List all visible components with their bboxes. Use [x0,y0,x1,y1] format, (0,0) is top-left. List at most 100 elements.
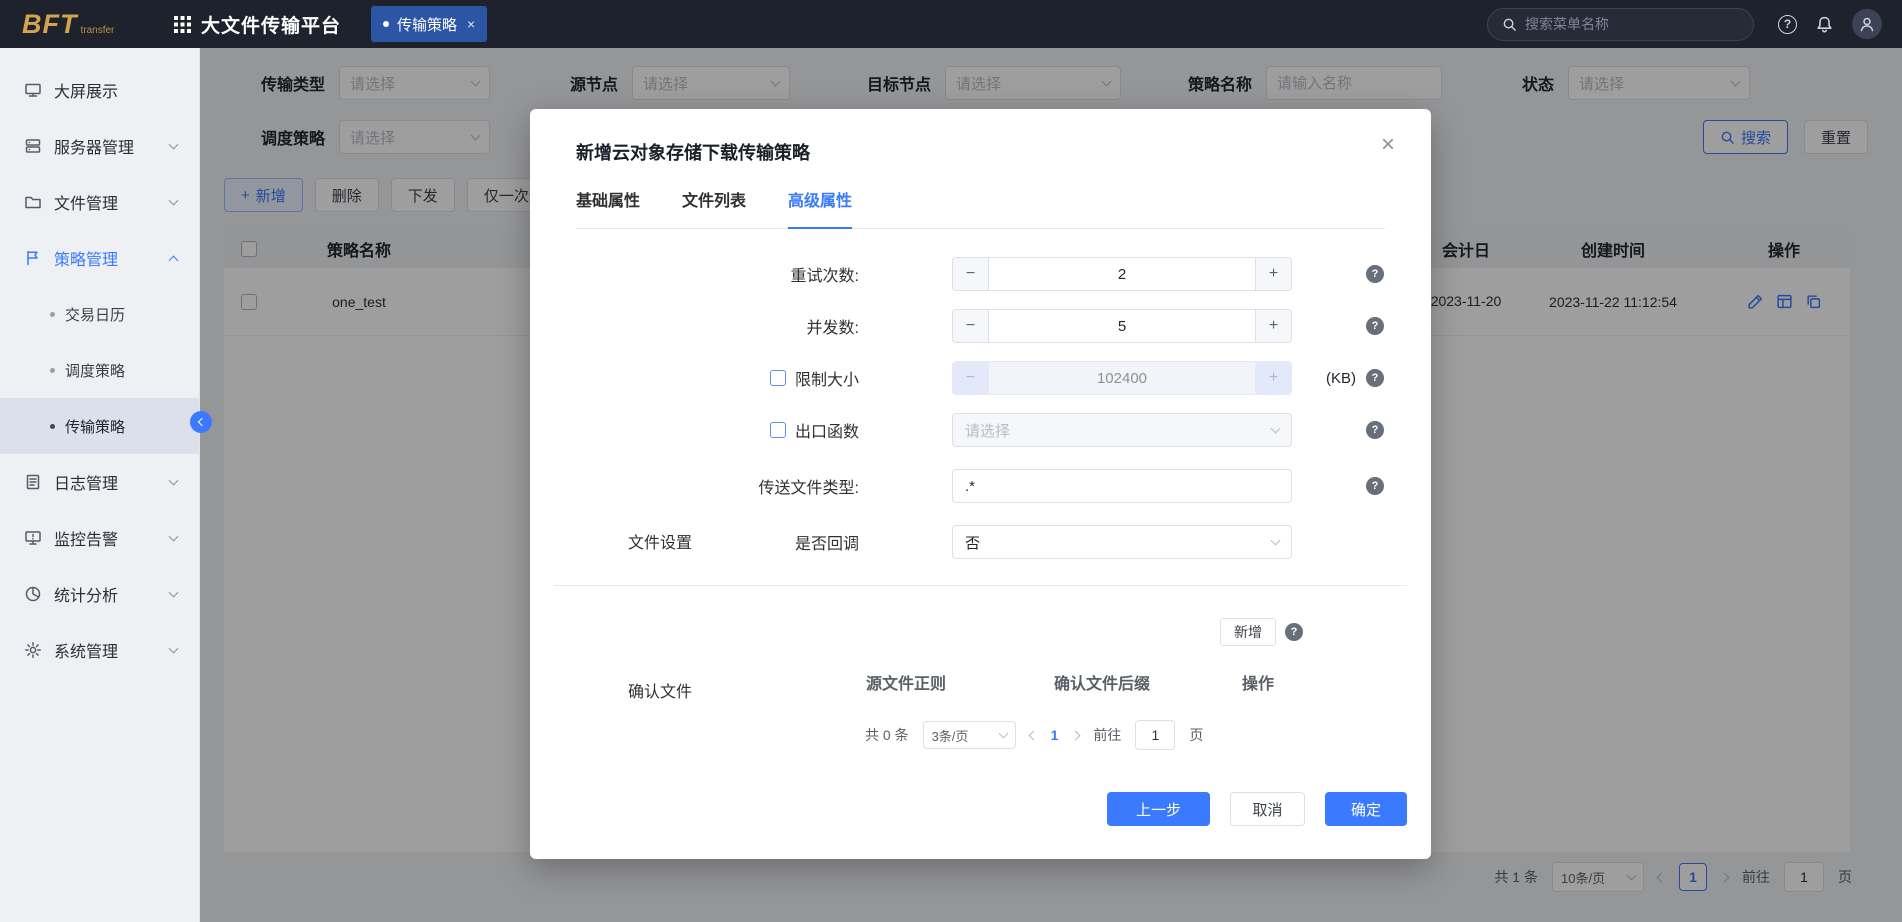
tab-transfer-policy[interactable]: 传输策略 × [371,6,487,42]
callback-label: 是否回调 [795,530,859,554]
goto-label: 前往 [1093,725,1121,745]
menu-search[interactable] [1487,8,1754,41]
sidebar-item-label: 传输策略 [65,416,125,437]
bell-icon[interactable] [1815,15,1834,34]
add-button-label: 新增 [1234,622,1262,642]
goto-page-input[interactable] [1135,720,1175,750]
help-icon[interactable]: ? [1366,421,1384,439]
sidebar-item-label: 系统管理 [54,638,158,662]
sidebar-item-monitor-alert[interactable]: 监控告警 [0,510,199,566]
help-icon[interactable]: ? [1366,477,1384,495]
tab-file-list[interactable]: 文件列表 [682,191,746,228]
confirm-button[interactable]: 确定 [1325,792,1407,826]
help-icon[interactable]: ? [1366,369,1384,387]
column-header-confirm-suffix: 确认文件后缀 [1054,670,1150,694]
logo-subtext: transfer [80,25,114,36]
tab-label: 传输策略 [397,14,457,35]
retry-count-row: 重试次数: − + ? [530,257,1431,291]
sidebar-item-policy-management[interactable]: 策略管理 [0,230,199,286]
limit-size-checkbox[interactable] [770,370,786,386]
gear-icon [24,641,42,659]
help-icon[interactable]: ? [1285,623,1303,641]
chevron-down-icon [169,140,179,150]
page-title: 大文件传输平台 [201,11,341,38]
sidebar-item-label: 监控告警 [54,526,158,550]
confirm-file-add-button[interactable]: 新增 [1220,618,1276,646]
folder-icon [24,193,42,211]
monitor-icon [24,81,42,99]
help-icon[interactable]: ? [1366,317,1384,335]
section-divider [554,585,1407,586]
callback-select[interactable]: 否 [952,525,1292,559]
tab-active-dot [383,21,389,27]
dialog-header: 新增云对象存储下载传输策略 × [530,109,1431,165]
tab-basic-properties[interactable]: 基础属性 [576,191,640,228]
concurrency-input[interactable] [989,310,1255,342]
cancel-button[interactable]: 取消 [1230,792,1305,826]
tab-advanced-properties[interactable]: 高级属性 [788,191,852,229]
sidebar-item-label: 服务器管理 [54,134,158,158]
sidebar-item-log-management[interactable]: 日志管理 [0,454,199,510]
menu-search-input[interactable] [1525,16,1739,32]
logo: BFT transfer [22,9,140,40]
column-header-source-regex: 源文件正则 [866,670,946,694]
sidebar-item-label: 调度策略 [65,360,125,381]
top-header: BFT transfer 大文件传输平台 传输策略 × [0,0,1902,48]
confirm-label: 确定 [1351,799,1381,820]
callback-row: 是否回调 否 [530,525,1431,559]
sidebar-item-dashboard[interactable]: 大屏展示 [0,62,199,118]
prev-page-icon[interactable] [1028,730,1038,740]
sidebar-item-schedule-policy[interactable]: 调度策略 [0,342,199,398]
bullet-dot [50,368,55,373]
exit-function-select: 请选择 [952,413,1292,447]
dialog-tabs: 基础属性 文件列表 高级属性 [576,191,1385,229]
limit-size-stepper: − + [952,361,1292,395]
sidebar-item-file-management[interactable]: 文件管理 [0,174,199,230]
sidebar-item-label: 日志管理 [54,470,158,494]
sidebar-item-server-management[interactable]: 服务器管理 [0,118,199,174]
exit-function-checkbox[interactable] [770,422,786,438]
total-count: 共 0 条 [865,725,909,745]
document-icon [24,473,42,491]
exit-function-label: 出口函数 [795,418,859,442]
close-icon[interactable]: × [1381,133,1395,157]
sidebar-item-statistics[interactable]: 统计分析 [0,566,199,622]
sidebar-item-label: 策略管理 [54,246,158,270]
pie-chart-icon [24,585,42,603]
increase-icon[interactable]: + [1255,310,1291,342]
current-page-button[interactable]: 1 [1051,727,1059,743]
user-icon [1858,15,1876,33]
sidebar-item-transfer-policy[interactable]: 传输策略 [0,398,199,454]
retry-count-input[interactable] [989,258,1255,290]
confirm-file-pagination: 共 0 条 3条/页 1 前往 页 [865,720,1431,750]
chevron-down-icon [1271,424,1281,434]
apps-grid-icon[interactable] [174,16,191,33]
prev-step-button[interactable]: 上一步 [1107,792,1210,826]
page-unit-label: 页 [1189,725,1203,745]
tab-close-icon[interactable]: × [467,16,475,32]
callback-value: 否 [965,532,980,553]
sidebar-item-system-management[interactable]: 系统管理 [0,622,199,678]
sidebar-item-trade-calendar[interactable]: 交易日历 [0,286,199,342]
limit-size-unit: (KB) [1326,370,1356,387]
sidebar-collapse-handle[interactable] [190,411,212,433]
avatar[interactable] [1852,9,1882,39]
file-type-input[interactable] [952,469,1292,503]
decrease-icon[interactable]: − [953,258,989,290]
bullet-dot [50,424,55,429]
confirm-file-label: 确认文件 [628,678,692,702]
bullet-dot [50,312,55,317]
chevron-down-icon [169,588,179,598]
increase-icon[interactable]: + [1255,258,1291,290]
help-icon[interactable]: ? [1366,265,1384,283]
page-size-select[interactable]: 3条/页 [923,721,1016,749]
select-placeholder: 请选择 [965,420,1010,441]
sidebar-item-label: 交易日历 [65,304,125,325]
decrease-icon[interactable]: − [953,310,989,342]
alert-monitor-icon [24,529,42,547]
help-icon[interactable]: ? [1778,15,1797,34]
limit-size-row: 限制大小 − + (KB) ? [530,361,1431,395]
concurrency-stepper: − + [952,309,1292,343]
next-page-icon[interactable] [1071,730,1081,740]
app-root: BFT transfer 大文件传输平台 传输策略 × [0,0,1902,922]
